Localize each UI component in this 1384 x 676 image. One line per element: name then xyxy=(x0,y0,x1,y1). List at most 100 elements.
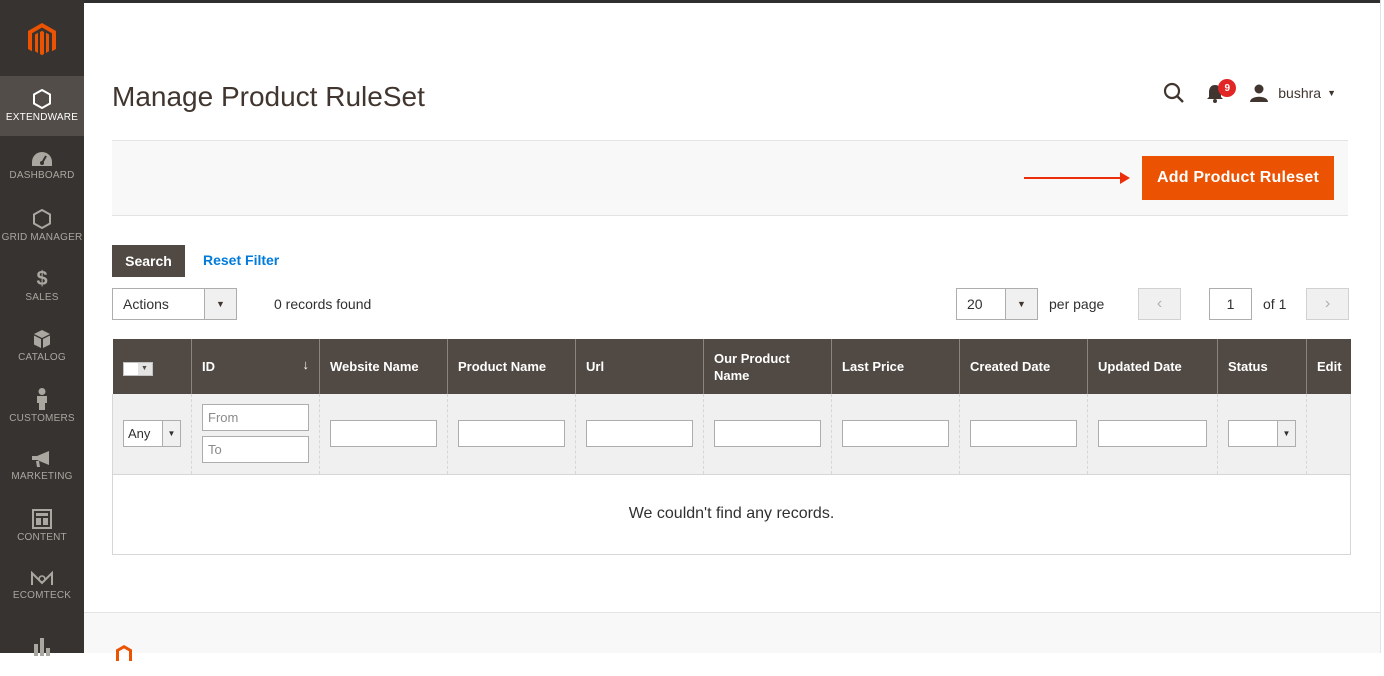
ecomteck-icon xyxy=(31,571,53,585)
sidebar-item-extendware[interactable]: EXTENDWARE xyxy=(0,76,84,136)
product-name-filter-input[interactable] xyxy=(458,420,565,448)
sidebar-item-ecomteck[interactable]: ECOMTECK xyxy=(0,556,84,616)
last-price-filter-input[interactable] xyxy=(842,420,949,448)
sidebar-item-marketing[interactable]: MARKETING xyxy=(0,436,84,496)
grid-header-row: ▼ ID ↓ Website Name Product Name Url Our … xyxy=(112,339,1351,394)
chevron-right-icon: › xyxy=(1324,295,1331,312)
search-icon[interactable] xyxy=(1162,81,1186,105)
main-content: Manage Product RuleSet 9 bushra ▼ Add Pr… xyxy=(84,3,1380,653)
cube-icon xyxy=(34,330,50,348)
magento-logo-icon xyxy=(28,22,56,55)
sidebar-item-grid-manager[interactable]: GRID MANAGER xyxy=(0,196,84,256)
notifications-button[interactable]: 9 xyxy=(1206,79,1237,105)
user-icon xyxy=(1250,84,1269,102)
column-header-id[interactable]: ID ↓ xyxy=(191,339,320,394)
scrollbar-track xyxy=(1380,0,1384,653)
sidebar-item-customers[interactable]: CUSTOMERS xyxy=(0,376,84,436)
id-to-input[interactable]: To xyxy=(202,436,309,464)
id-from-input[interactable]: From xyxy=(202,404,309,432)
add-product-ruleset-button[interactable]: Add Product Ruleset xyxy=(1142,156,1334,200)
column-header-edit: Edit xyxy=(1306,339,1351,394)
filter-cell xyxy=(575,394,704,474)
sidebar-item-sales[interactable]: $ SALES xyxy=(0,256,84,316)
hexagon-icon xyxy=(33,89,51,109)
sidebar-item-label: DASHBOARD xyxy=(9,170,75,181)
sidebar-item-label: ECOMTECK xyxy=(12,590,72,601)
chevron-down-icon: ▼ xyxy=(204,289,236,319)
chevron-down-icon: ▼ xyxy=(162,421,180,447)
sidebar-item-label: CATALOG xyxy=(18,352,66,363)
page-footer xyxy=(84,612,1380,661)
filter-cell xyxy=(703,394,832,474)
filter-cell xyxy=(447,394,576,474)
reset-filter-link[interactable]: Reset Filter xyxy=(203,252,279,268)
filter-cell xyxy=(319,394,448,474)
empty-message: We couldn't find any records. xyxy=(112,473,1351,555)
notifications-badge: 9 xyxy=(1218,79,1237,97)
column-header-last-price[interactable]: Last Price xyxy=(831,339,960,394)
filter-cell: Any ▼ xyxy=(112,394,192,474)
column-header-created-date[interactable]: Created Date xyxy=(959,339,1088,394)
website-name-filter-input[interactable] xyxy=(330,420,437,448)
page-title: Manage Product RuleSet xyxy=(112,81,425,112)
column-header-website-name[interactable]: Website Name xyxy=(319,339,448,394)
sidebar-item-label: CUSTOMERS xyxy=(9,413,75,424)
bar-chart-icon xyxy=(34,638,50,656)
filter-cell: ▼ xyxy=(1217,394,1307,474)
our-product-name-filter-input[interactable] xyxy=(714,420,821,448)
sort-down-icon: ↓ xyxy=(302,357,310,372)
column-header-url[interactable]: Url xyxy=(575,339,704,394)
filter-cell xyxy=(959,394,1088,474)
url-filter-input[interactable] xyxy=(586,420,693,448)
hexagon-icon xyxy=(33,209,51,229)
sidebar-item-reports[interactable] xyxy=(0,616,84,676)
sidebar-item-label: GRID MANAGER xyxy=(1,232,83,243)
previous-page-button[interactable]: ‹ xyxy=(1138,288,1181,320)
filter-cell xyxy=(1306,394,1351,474)
filter-cell xyxy=(831,394,960,474)
sidebar-item-label: CONTENT xyxy=(17,532,67,543)
mass-actions-label: Actions xyxy=(123,296,169,312)
filter-cell xyxy=(1087,394,1218,474)
page-actions-bar: Add Product Ruleset xyxy=(112,140,1348,216)
chevron-down-icon: ▼ xyxy=(1005,289,1037,319)
records-count: 0 records found xyxy=(274,296,372,312)
search-button[interactable]: Search xyxy=(112,245,185,277)
sidebar-item-label: MARKETING xyxy=(11,471,73,482)
person-icon xyxy=(37,388,47,410)
magento-logo[interactable] xyxy=(0,0,84,76)
filter-row: Any ▼ From To ▼ xyxy=(112,394,1351,474)
chevron-down-icon: ▼ xyxy=(137,362,152,375)
layout-icon xyxy=(32,509,52,529)
per-page-label: per page xyxy=(1049,296,1105,312)
chevron-left-icon: ‹ xyxy=(1156,295,1163,312)
mass-actions-select[interactable]: Actions ▼ xyxy=(112,288,237,320)
chevron-down-icon: ▼ xyxy=(1277,421,1295,447)
sidebar-item-dashboard[interactable]: DASHBOARD xyxy=(0,136,84,196)
dollar-icon: $ xyxy=(36,268,48,290)
column-header-status[interactable]: Status xyxy=(1217,339,1307,394)
username: bushra xyxy=(1278,85,1322,101)
column-header-updated-date[interactable]: Updated Date xyxy=(1087,339,1218,394)
next-page-button[interactable]: › xyxy=(1306,288,1349,320)
mass-filter-select[interactable]: Any ▼ xyxy=(123,420,181,448)
column-header-product-name[interactable]: Product Name xyxy=(447,339,576,394)
admin-sidebar: EXTENDWARE DASHBOARD GRID MANAGER $ SALE… xyxy=(0,0,84,656)
mass-select-checkbox[interactable]: ▼ xyxy=(122,361,153,376)
data-grid: ▼ ID ↓ Website Name Product Name Url Our … xyxy=(112,339,1351,555)
user-menu[interactable]: bushra ▼ xyxy=(1250,84,1336,102)
sidebar-item-content[interactable]: CONTENT xyxy=(0,496,84,556)
chevron-down-icon: ▼ xyxy=(1327,88,1336,98)
sidebar-item-catalog[interactable]: CATALOG xyxy=(0,316,84,376)
per-page-select[interactable]: 20 ▼ xyxy=(956,288,1038,320)
filter-cell: From To xyxy=(191,394,320,474)
page-number-input[interactable]: 1 xyxy=(1209,288,1252,320)
mass-select-column[interactable]: ▼ xyxy=(112,339,192,394)
annotation-arrow xyxy=(1024,172,1130,184)
magento-logo-icon xyxy=(116,645,132,661)
per-page-value: 20 xyxy=(967,296,983,312)
status-filter-select[interactable]: ▼ xyxy=(1228,420,1296,448)
created-date-filter-input[interactable] xyxy=(970,420,1077,448)
column-header-our-product-name[interactable]: Our Product Name xyxy=(703,339,832,394)
updated-date-filter-input[interactable] xyxy=(1098,420,1207,448)
